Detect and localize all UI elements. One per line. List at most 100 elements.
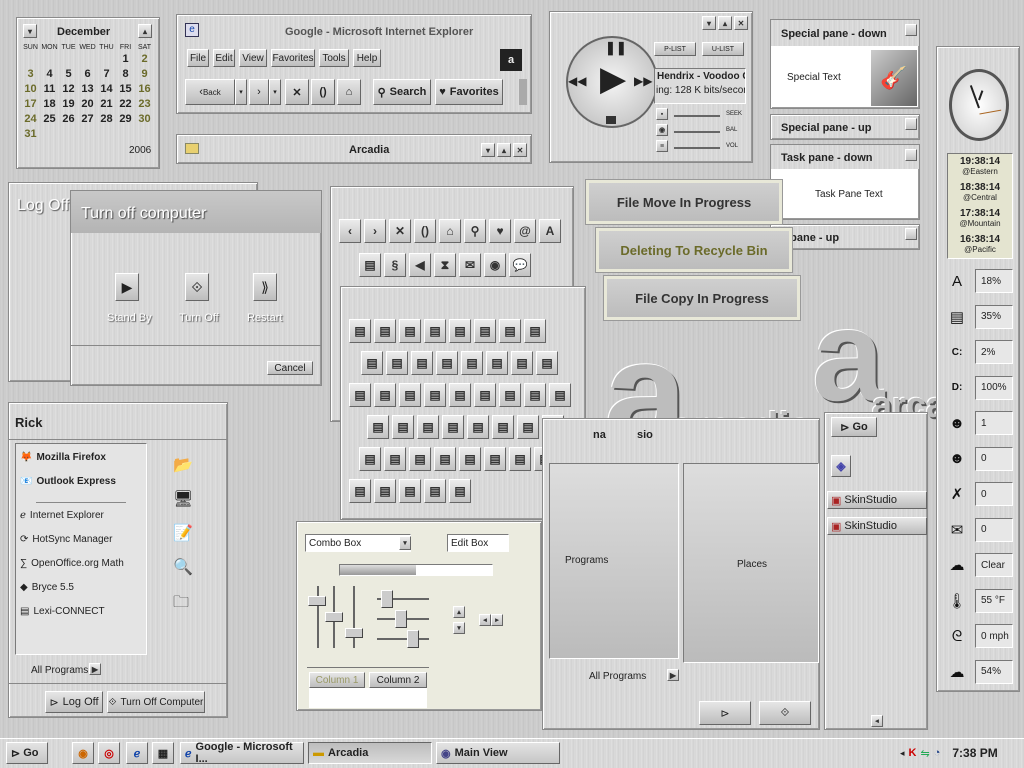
toolbar-icon-button[interactable]: ▤	[374, 319, 396, 343]
toolbar-icon-button[interactable]: ▤	[399, 319, 421, 343]
media-close[interactable]: ✕	[734, 16, 748, 30]
start-menu-item[interactable]: 📧 Outlook Express	[20, 476, 116, 487]
column-2-header[interactable]: Column 2	[369, 672, 427, 688]
menu-file[interactable]: File	[187, 49, 209, 67]
ie-forward-dropdown[interactable]: ▾	[269, 79, 281, 105]
combo-box[interactable]: Combo Box	[305, 534, 411, 552]
calendar-day[interactable]: 28	[97, 111, 116, 126]
taskbar-ie-window[interactable]: ℯ Google - Microsoft I...	[180, 741, 304, 765]
calendar-day[interactable]: 19	[59, 96, 78, 111]
turnoff-button[interactable]: ⟐	[185, 273, 209, 301]
calendar-day[interactable]: 22	[116, 96, 135, 111]
calendar-day[interactable]: 29	[116, 111, 135, 126]
volume-slider[interactable]	[674, 147, 720, 149]
toolbar-icon-button[interactable]: ▤	[424, 479, 446, 503]
calendar-day[interactable]: 25	[40, 111, 59, 126]
toolbar-icon-button[interactable]: ▤	[436, 351, 458, 375]
kaspersky-icon[interactable]: K	[909, 747, 917, 759]
calendar-day[interactable]: 18	[40, 96, 59, 111]
toolbar-icon-button[interactable]: ▤	[474, 319, 496, 343]
calendar-prev-button[interactable]: ▾	[23, 24, 37, 38]
turnoff-button-2[interactable]: ⟐	[759, 701, 811, 725]
media-check3[interactable]: ≡	[656, 140, 668, 152]
spin-down[interactable]: ▾	[453, 622, 465, 634]
calendar-day[interactable]: 6	[78, 66, 97, 81]
taskbar-go-button[interactable]: ⊳ Go	[6, 742, 48, 764]
toolbar-icon-button[interactable]: ▤	[349, 383, 371, 407]
media-minimize[interactable]: ▾	[702, 16, 716, 30]
toolbar-icon-button[interactable]: ⚲	[464, 219, 486, 243]
ie-favorites-button[interactable]: ♥ Favorites	[435, 79, 503, 105]
toolbar-icon-button[interactable]: ▤	[509, 447, 531, 471]
calendar-day[interactable]: 2	[135, 51, 154, 66]
toolbar-icon-button[interactable]: ▤	[374, 383, 396, 407]
ie-back-button[interactable]: ‹ Back	[185, 79, 235, 105]
quicklaunch-firefox[interactable]: ◉	[72, 742, 94, 764]
network-icon[interactable]: ⇋	[920, 747, 929, 760]
toolbar-icon-button[interactable]: ♥	[489, 219, 511, 243]
start-menu-item[interactable]: ∑ OpenOffice.org Math	[20, 558, 124, 569]
toolbar-icon-button[interactable]: ▤	[499, 383, 521, 407]
media-check2[interactable]: ◉	[656, 124, 668, 136]
toolbar-icon-button[interactable]: ▤	[549, 383, 571, 407]
ie-stop-button[interactable]: ✕	[285, 79, 309, 105]
menu-help[interactable]: Help	[353, 49, 381, 67]
ie-back-dropdown[interactable]: ▾	[235, 79, 247, 105]
calendar-day[interactable]: 16	[135, 81, 154, 96]
calendar-day[interactable]: 24	[21, 111, 40, 126]
toolbar-icon-button[interactable]: ▤	[459, 447, 481, 471]
toolbar-icon-button[interactable]: ✉	[459, 253, 481, 277]
calendar-day[interactable]: 26	[59, 111, 78, 126]
toolbar-icon-button[interactable]: ▤	[349, 479, 371, 503]
seek-slider[interactable]	[674, 115, 720, 117]
tray-arrow-icon[interactable]: ◂	[900, 748, 905, 759]
toolbar-icon-button[interactable]: ▤	[484, 447, 506, 471]
toolbar-icon-button[interactable]: ▤	[392, 415, 414, 439]
go-button[interactable]: ⊳ Go	[831, 417, 877, 437]
media-check1[interactable]: ▪	[656, 108, 668, 120]
toolbar-icon-button[interactable]: ▤	[424, 383, 446, 407]
calendar-day[interactable]: 14	[97, 81, 116, 96]
calendar-day[interactable]: 17	[21, 96, 40, 111]
calendar-day[interactable]: 4	[40, 66, 59, 81]
toolbar-icon-button[interactable]: ▤	[517, 415, 539, 439]
network-icon[interactable]: 🖥	[173, 489, 203, 509]
toolbar-icon-button[interactable]: ▤	[467, 415, 489, 439]
special-pane-toggle[interactable]	[905, 24, 917, 36]
calendar-day[interactable]: 7	[97, 66, 116, 81]
toolbar-icon-button[interactable]: @	[514, 219, 536, 243]
toolbar-icon-button[interactable]: ▤	[442, 415, 464, 439]
balance-slider[interactable]	[674, 131, 720, 133]
stop-icon[interactable]	[606, 116, 616, 124]
all-programs-link-2[interactable]: All Programs	[589, 671, 646, 682]
toolbar-icon-button[interactable]: ▤	[474, 383, 496, 407]
toolbar-icon-button[interactable]: ▤	[449, 383, 471, 407]
toolbar-icon-button[interactable]: ▤	[499, 319, 521, 343]
toolbar-icon-button[interactable]: ▤	[367, 415, 389, 439]
logoff-button-2[interactable]: ⊳	[699, 701, 751, 725]
toolbar-icon-button[interactable]: ▤	[511, 351, 533, 375]
fast-forward-icon[interactable]: ▶▶	[634, 74, 652, 88]
play-icon[interactable]: ▶	[600, 62, 626, 96]
all-programs-arrow-2[interactable]: ▶	[667, 669, 679, 681]
toolbar-icon-button[interactable]: ▤	[384, 447, 406, 471]
turn-off-computer-button[interactable]: ⟐ Turn Off Computer	[107, 691, 205, 713]
restart-button[interactable]: ⟫	[253, 273, 277, 301]
calendar-day[interactable]: 5	[59, 66, 78, 81]
toolbar-icon-button[interactable]: ▤	[411, 351, 433, 375]
start-menu-item[interactable]: ℯ Internet Explorer	[20, 510, 104, 521]
ulist-button[interactable]: U-LIST	[702, 42, 744, 56]
toolbar-icon-button[interactable]: ⧗	[434, 253, 456, 277]
calendar-day[interactable]: 12	[59, 81, 78, 96]
media-maximize[interactable]: ▴	[718, 16, 732, 30]
plist-button[interactable]: P-LIST	[654, 42, 696, 56]
spin-up[interactable]: ▴	[453, 606, 465, 618]
menu-view[interactable]: View	[239, 49, 267, 67]
standby-button[interactable]: ▶	[115, 273, 139, 301]
calendar-next-button[interactable]: ▴	[138, 24, 152, 38]
taskbar-clock[interactable]: 7:38 PM	[952, 746, 997, 760]
calendar-day[interactable]: 10	[21, 81, 40, 96]
menu-favorites[interactable]: Favorites	[271, 49, 315, 67]
toolbar-icon-button[interactable]: ▤	[536, 351, 558, 375]
calendar-day[interactable]: 30	[135, 111, 154, 126]
